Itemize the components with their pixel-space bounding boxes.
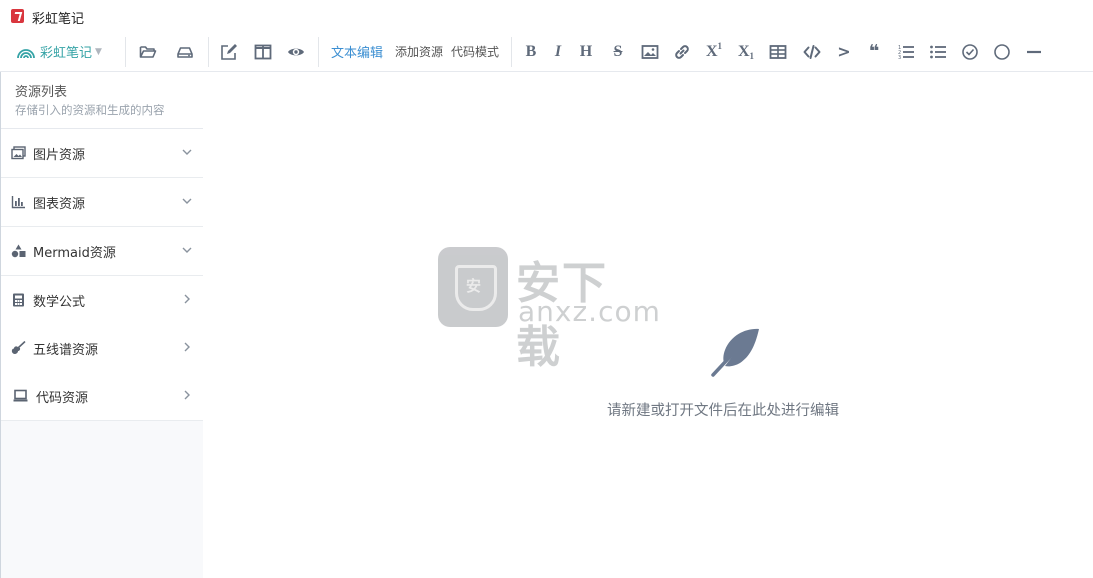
open-folder-button[interactable] — [135, 32, 161, 71]
toolbar-divider — [125, 37, 126, 67]
preview-button[interactable] — [283, 32, 309, 71]
toolbar-divider — [318, 37, 319, 67]
edit-icon — [221, 43, 237, 60]
title-bar: 彩虹笔记 — [0, 0, 1093, 33]
eye-icon — [288, 48, 304, 55]
edit-mode-button[interactable] — [216, 32, 242, 71]
superscript-button[interactable]: X1 — [701, 32, 727, 71]
toolbar-divider — [208, 37, 209, 67]
chevron-right-icon — [181, 293, 193, 305]
sidebar-header: 资源列表 存储引入的资源和生成的内容 — [1, 72, 203, 129]
split-view-button[interactable] — [250, 32, 276, 71]
sidebar-subtitle: 存储引入的资源和生成的内容 — [15, 103, 165, 117]
chevron-right-icon — [181, 341, 193, 353]
insert-image-button[interactable] — [637, 32, 663, 71]
horizontal-rule-button[interactable] — [1021, 32, 1047, 71]
empty-editor-hint: 请新建或打开文件后在此处进行编辑 — [607, 403, 839, 419]
link-icon — [675, 44, 689, 59]
guitar-icon — [11, 341, 26, 355]
shapes-icon — [11, 244, 26, 258]
save-button[interactable] — [172, 32, 198, 71]
heading-button[interactable]: H — [573, 32, 599, 71]
folder-open-icon — [139, 45, 157, 58]
toolbar: 彩虹笔记 ▼ 文本编辑 添加资源 代码模式 B I H S X1 X1 > ❝ — [0, 32, 1093, 72]
blockquote-button[interactable]: > — [831, 32, 857, 71]
insert-code-button[interactable] — [799, 32, 825, 71]
sidebar-item-code[interactable]: 代码资源 — [1, 372, 203, 421]
chevron-right-icon — [181, 389, 193, 401]
sidebar-item-charts[interactable]: 图表资源 — [1, 178, 203, 227]
toolbar-divider — [511, 37, 512, 67]
insert-link-button[interactable] — [669, 32, 695, 71]
bar-chart-icon — [11, 195, 26, 209]
sidebar-item-label: 五线谱资源 — [33, 342, 99, 358]
editor-area[interactable]: 安 安下载 anxz.com 请新建或打开文件后在此处进行编辑 — [203, 72, 1093, 578]
sidebar-item-images[interactable]: 图片资源 — [1, 129, 203, 178]
rainbow-icon — [17, 48, 35, 58]
table-icon — [769, 44, 787, 59]
brand-menu[interactable]: 彩虹笔记 ▼ — [16, 32, 102, 71]
chevron-down-icon — [181, 244, 193, 256]
ordered-list-icon: 123 — [898, 45, 914, 61]
circle-button[interactable] — [989, 32, 1015, 71]
unordered-list-icon — [930, 45, 946, 58]
window-title: 彩虹笔记 — [32, 12, 85, 27]
quote-button[interactable]: ❝ — [861, 32, 887, 71]
superscript-base: X — [705, 42, 718, 60]
watermark-shield-text: 安 — [466, 277, 482, 295]
circle-icon — [994, 43, 1010, 60]
feather-icon — [710, 326, 764, 378]
columns-icon — [254, 44, 272, 59]
resource-sidebar: 资源列表 存储引入的资源和生成的内容 图片资源 图表资源 Mermaid资源 数… — [0, 72, 204, 578]
laptop-icon — [13, 389, 28, 403]
chevron-down-icon — [181, 146, 193, 158]
minus-icon — [1027, 50, 1041, 53]
drive-icon — [177, 46, 193, 58]
caret-down-icon: ▼ — [95, 46, 102, 57]
brand-label: 彩虹笔记 — [40, 46, 93, 61]
image-icon — [11, 146, 26, 160]
sidebar-item-label: 数学公式 — [33, 294, 86, 310]
tab-code-mode[interactable]: 代码模式 — [451, 32, 499, 71]
italic-button[interactable]: I — [545, 32, 571, 71]
sidebar-item-label: 图表资源 — [33, 196, 86, 212]
sidebar-item-label: 代码资源 — [36, 390, 89, 406]
subscript-button[interactable]: X1 — [733, 32, 759, 71]
chevron-down-icon — [181, 195, 193, 207]
bold-button[interactable]: B — [518, 32, 544, 71]
sidebar-item-mermaid[interactable]: Mermaid资源 — [1, 227, 203, 276]
subscript-mark: 1 — [749, 50, 755, 61]
sidebar-item-label: 图片资源 — [33, 147, 86, 163]
code-icon — [803, 44, 821, 59]
subscript-base: X — [737, 42, 750, 60]
insert-table-button[interactable] — [765, 32, 791, 71]
tab-text-edit[interactable]: 文本编辑 — [331, 32, 383, 71]
sidebar-item-math[interactable]: 数学公式 — [1, 276, 203, 325]
watermark: 安 安下载 anxz.com — [438, 247, 660, 373]
calculator-icon — [11, 293, 26, 307]
image-icon — [641, 44, 659, 59]
watermark-domain: anxz.com — [518, 295, 661, 328]
shield-logo-icon: 安 — [438, 247, 508, 327]
app-logo-icon — [11, 9, 24, 23]
check-circle-icon — [962, 43, 978, 60]
superscript-mark: 1 — [717, 40, 723, 51]
task-list-button[interactable] — [957, 32, 983, 71]
sidebar-item-staff[interactable]: 五线谱资源 — [1, 324, 203, 373]
strikethrough-button[interactable]: S — [605, 32, 631, 71]
ordered-list-button[interactable]: 123 — [893, 32, 919, 71]
unordered-list-button[interactable] — [925, 32, 951, 71]
sidebar-title: 资源列表 — [15, 85, 68, 100]
tab-add-resource[interactable]: 添加资源 — [395, 32, 443, 71]
sidebar-item-label: Mermaid资源 — [33, 245, 116, 261]
svg-text:3: 3 — [898, 55, 901, 61]
